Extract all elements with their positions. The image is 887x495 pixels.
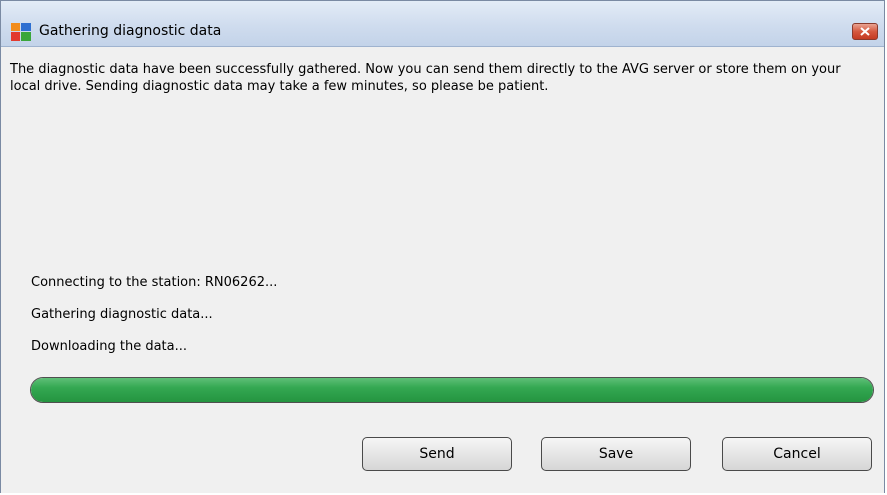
progress-bar-fill — [31, 378, 873, 402]
save-button[interactable]: Save — [541, 437, 691, 471]
send-button[interactable]: Send — [362, 437, 512, 471]
dialog-content: The diagnostic data have been successful… — [1, 47, 884, 493]
window-title: Gathering diagnostic data — [39, 23, 222, 39]
close-button[interactable] — [852, 23, 878, 40]
status-gathering: Gathering diagnostic data... — [31, 307, 213, 322]
intro-message: The diagnostic data have been successful… — [10, 62, 841, 94]
status-downloading: Downloading the data... — [31, 339, 187, 354]
status-connecting: Connecting to the station: RN06262... — [31, 275, 278, 290]
dialog-window: Gathering diagnostic data The diagnostic… — [0, 0, 885, 493]
title-bar[interactable]: Gathering diagnostic data — [1, 1, 884, 47]
close-icon — [860, 27, 870, 36]
cancel-button[interactable]: Cancel — [722, 437, 872, 471]
avg-logo-icon — [11, 23, 31, 41]
progress-bar — [30, 377, 874, 403]
